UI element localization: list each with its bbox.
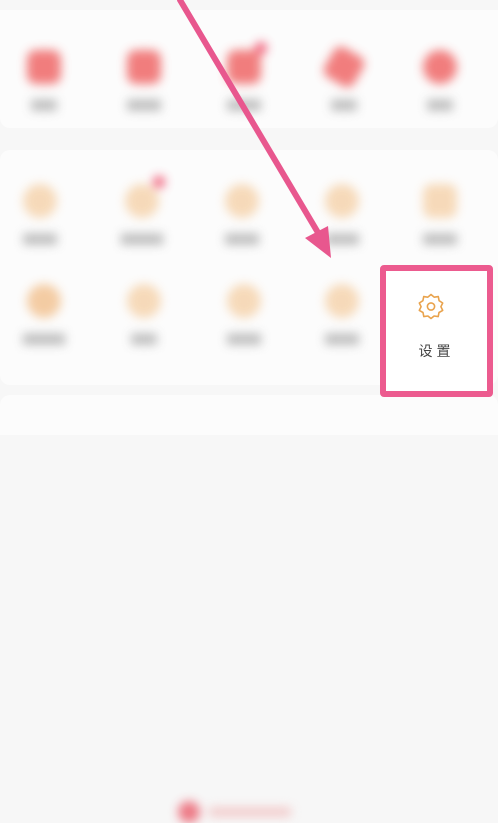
menu-item[interactable]: ▇▇▇▇ (204, 42, 284, 111)
menu-item-label: ▇▇▇▇ (423, 232, 457, 245)
red-circle-icon (178, 801, 200, 823)
orange-circle-icon (225, 184, 259, 218)
menu-item-label: ▇▇▇▇ (227, 332, 261, 345)
gear-icon (418, 293, 444, 320)
menu-item-label: ▇▇▇▇ (227, 98, 261, 111)
notification-badge (153, 176, 165, 188)
menu-item[interactable]: ▇▇▇ (400, 50, 480, 111)
menu-item-label: ▇▇▇ (31, 98, 57, 111)
bottom-menu-item[interactable] (178, 801, 292, 823)
menu-item-label: ▇▇▇▇ (225, 232, 259, 245)
menu-card-top: ▇▇▇ ▇▇▇▇ ▇▇▇▇ ▇▇▇ ▇▇▇ (0, 10, 498, 128)
menu-item[interactable]: ▇▇▇▇ (302, 184, 382, 245)
menu-item[interactable]: ▇▇▇▇▇ (102, 176, 182, 245)
menu-item-label: ▇▇▇▇▇ (120, 232, 164, 245)
menu-item-label: ▇▇▇▇ (127, 98, 161, 111)
menu-item[interactable]: ▇▇▇ (104, 284, 184, 345)
orange-circle-icon (23, 184, 57, 218)
menu-item[interactable]: ▇▇▇ (304, 43, 384, 111)
orange-square-icon (423, 184, 457, 218)
menu-item-label: ▇▇▇ (427, 98, 453, 111)
menu-item[interactable]: ▇▇▇▇ (204, 284, 284, 345)
menu-card-bottom (0, 395, 498, 823)
notification-badge (255, 42, 267, 54)
settings-item[interactable]: 设置 (380, 265, 493, 397)
orange-circle-icon (325, 284, 359, 318)
menu-item-label: ▇▇▇ (131, 332, 157, 345)
menu-item[interactable]: ▇▇▇ (4, 50, 84, 111)
menu-item-label: ▇▇▇▇ (23, 232, 57, 245)
orange-circle-icon (27, 284, 61, 318)
menu-item-label: ▇▇▇▇▇ (22, 332, 66, 345)
menu-item[interactable]: ▇▇▇▇▇ (4, 284, 84, 345)
bottom-menu-label (208, 807, 292, 817)
red-circle-icon (423, 50, 457, 84)
orange-circle-badge-icon (125, 176, 165, 218)
red-diamond-icon (320, 43, 368, 91)
red-square-icon (127, 50, 161, 84)
orange-circle-icon (227, 284, 261, 318)
menu-item[interactable]: ▇▇▇▇ (302, 284, 382, 345)
menu-item[interactable]: ▇▇▇▇ (400, 184, 480, 245)
settings-label: 设置 (418, 344, 455, 360)
menu-item[interactable]: ▇▇▇▇ (202, 184, 282, 245)
menu-item[interactable]: ▇▇▇▇ (104, 50, 184, 111)
orange-circle-icon (127, 284, 161, 318)
menu-item-label: ▇▇▇▇ (325, 332, 359, 345)
menu-item-label: ▇▇▇ (331, 98, 357, 111)
orange-magnifier-icon (325, 184, 359, 218)
red-square-badge-icon (227, 42, 267, 84)
red-square-icon (27, 50, 61, 84)
menu-item[interactable]: ▇▇▇▇ (0, 184, 80, 245)
menu-item-label: ▇▇▇▇ (325, 232, 359, 245)
